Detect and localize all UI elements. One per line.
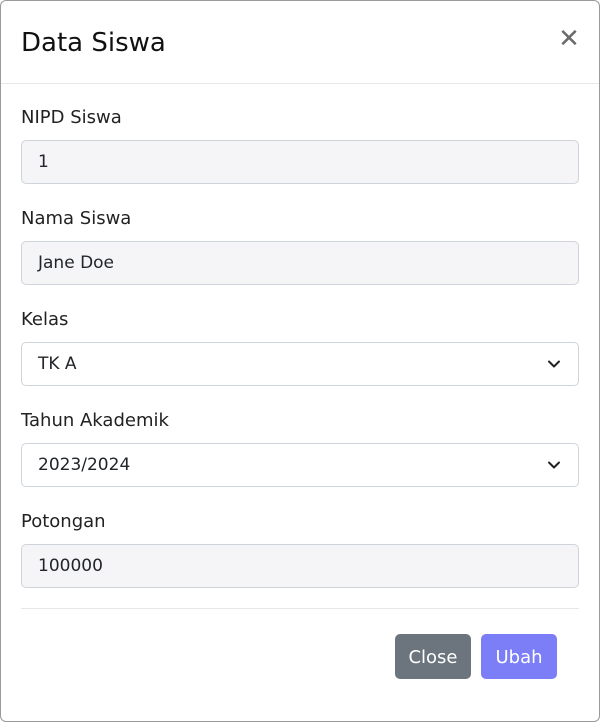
tahun-value: 2023/2024	[38, 455, 131, 475]
potongan-value: 100000	[38, 556, 103, 576]
ubah-button[interactable]: Ubah	[481, 634, 557, 679]
modal-header: Data Siswa ✕	[1, 1, 599, 84]
footer-divider	[21, 608, 579, 609]
kelas-select[interactable]: TK A	[21, 342, 579, 386]
nipd-label: NIPD Siswa	[21, 107, 122, 128]
tahun-label: Tahun Akademik	[21, 410, 169, 431]
modal-title: Data Siswa	[21, 28, 166, 58]
chevron-down-icon	[548, 360, 560, 368]
nama-value: Jane Doe	[38, 253, 115, 273]
close-button[interactable]: Close	[395, 634, 471, 679]
chevron-down-icon	[548, 461, 560, 469]
nama-label: Nama Siswa	[21, 208, 132, 229]
modal-body: NIPD Siswa 1 Nama Siswa Jane Doe Kelas T…	[1, 84, 599, 610]
kelas-value: TK A	[38, 354, 77, 374]
close-icon[interactable]: ✕	[557, 25, 581, 53]
kelas-label: Kelas	[21, 309, 69, 330]
nipd-input[interactable]: 1	[21, 140, 579, 184]
potongan-input[interactable]: 100000	[21, 544, 579, 588]
data-siswa-modal: Data Siswa ✕ NIPD Siswa 1 Nama Siswa Jan…	[0, 0, 600, 722]
tahun-select[interactable]: 2023/2024	[21, 443, 579, 487]
nama-input[interactable]: Jane Doe	[21, 241, 579, 285]
potongan-label: Potongan	[21, 511, 106, 532]
nipd-value: 1	[38, 152, 49, 172]
